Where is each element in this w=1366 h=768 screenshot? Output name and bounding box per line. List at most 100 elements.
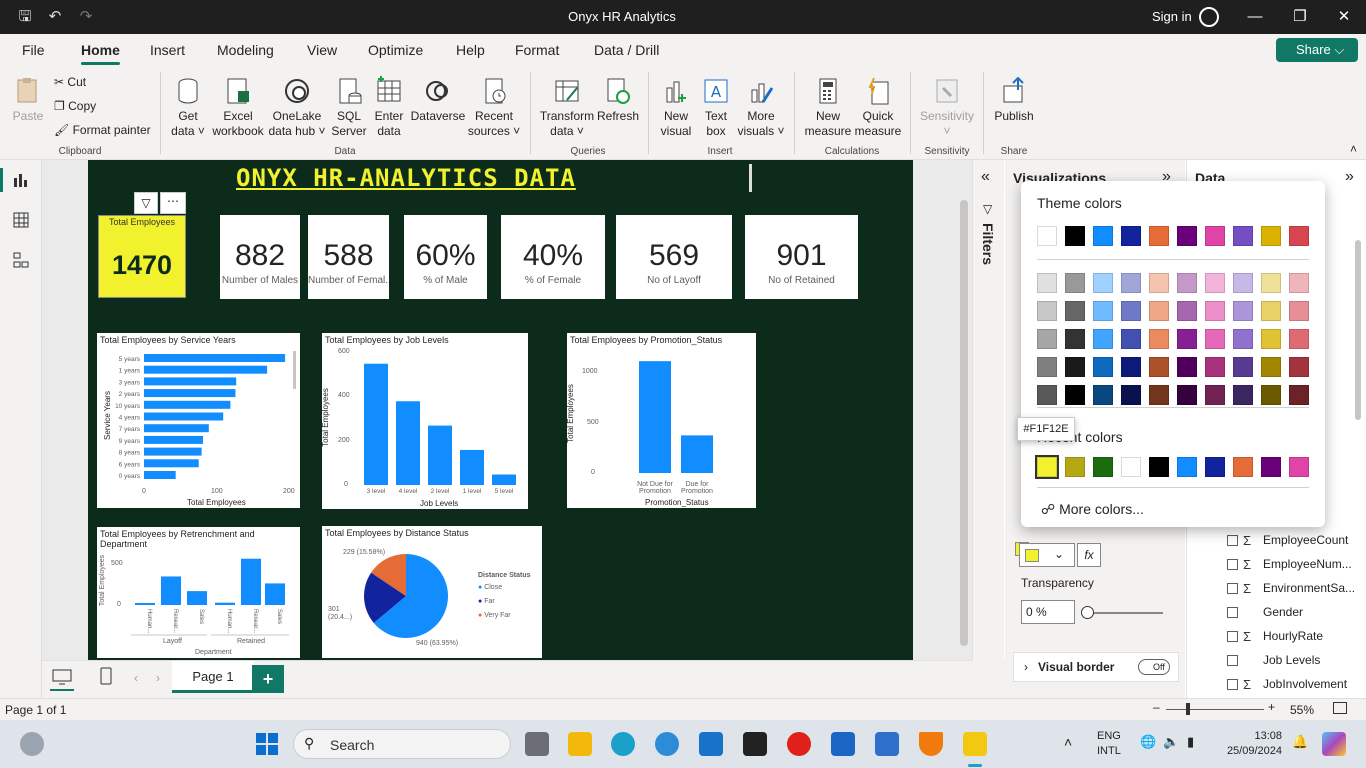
myhp-icon[interactable] (831, 732, 855, 756)
shade-color-swatch[interactable] (1205, 273, 1225, 293)
canvas-scrollbar[interactable] (960, 200, 968, 646)
shade-color-swatch[interactable] (1037, 385, 1057, 405)
shade-color-swatch[interactable] (1177, 301, 1197, 321)
maximize-button[interactable]: ❐ (1288, 6, 1312, 28)
kpi-card-females[interactable]: 588 Number of Femal... (308, 215, 389, 299)
new-visual-button[interactable]: New visual (656, 76, 696, 139)
minimize-button[interactable]: — (1243, 6, 1267, 28)
field-row[interactable]: EmployeeNum... (1263, 557, 1352, 571)
total-employees-card[interactable]: Total Employees 1470 (98, 215, 186, 298)
opera-icon[interactable] (787, 732, 811, 756)
menu-view[interactable]: View (307, 42, 337, 58)
shade-color-swatch[interactable] (1233, 301, 1253, 321)
shade-color-swatch[interactable] (1093, 301, 1113, 321)
field-row[interactable]: EmployeeCount (1263, 533, 1348, 547)
shade-color-swatch[interactable] (1233, 357, 1253, 377)
edge-icon[interactable] (611, 732, 635, 756)
menu-insert[interactable]: Insert (150, 42, 185, 58)
desktop-layout-icon[interactable] (52, 669, 72, 685)
theme-color-swatch[interactable] (1065, 226, 1085, 246)
network-icon[interactable]: 🌐 (1140, 734, 1156, 750)
shade-color-swatch[interactable] (1149, 357, 1169, 377)
chart-job-levels[interactable]: Total Employees by Job Levels 3 level 4 l… (321, 333, 528, 509)
dataverse-button[interactable]: Dataverse (410, 76, 466, 124)
recent-color-swatch[interactable] (1233, 457, 1253, 477)
vlc-icon[interactable] (919, 732, 943, 756)
shade-color-swatch[interactable] (1233, 385, 1253, 405)
menu-help[interactable]: Help (456, 42, 485, 58)
recent-color-swatch[interactable] (1035, 455, 1059, 479)
paste-button[interactable]: Paste (10, 76, 46, 124)
transparency-input[interactable]: 0 % (1021, 600, 1075, 624)
capcut-icon[interactable] (743, 732, 767, 756)
get-data-button[interactable]: Get data ˅ (168, 76, 208, 139)
shade-color-swatch[interactable] (1037, 357, 1057, 377)
recent-color-swatch[interactable] (1065, 457, 1085, 477)
more-colors-button[interactable]: ☍ More colors... (1041, 501, 1144, 518)
shade-color-swatch[interactable] (1261, 301, 1281, 321)
page-tab-1[interactable]: Page 1 (172, 661, 254, 693)
shade-color-swatch[interactable] (1177, 385, 1197, 405)
quick-measure-button[interactable]: Quick measure (854, 76, 902, 139)
shade-color-swatch[interactable] (1093, 385, 1113, 405)
shade-color-swatch[interactable] (1289, 385, 1309, 405)
shade-color-swatch[interactable] (1205, 357, 1225, 377)
shade-color-swatch[interactable] (1233, 273, 1253, 293)
shade-color-swatch[interactable] (1093, 329, 1113, 349)
field-row[interactable]: EnvironmentSa... (1263, 581, 1355, 595)
recent-color-swatch[interactable] (1205, 457, 1225, 477)
copy-button[interactable]: ❐ Copy (54, 99, 96, 113)
shade-color-swatch[interactable] (1037, 329, 1057, 349)
store-icon[interactable] (699, 732, 723, 756)
task-view-icon[interactable] (525, 732, 549, 756)
account-icon[interactable] (1199, 7, 1219, 27)
windows-start-icon[interactable] (255, 732, 279, 756)
chart-promotion-status[interactable]: Total Employees by Promotion_Status Prom… (566, 333, 756, 508)
help-icon[interactable] (655, 732, 679, 756)
field-row[interactable]: HourlyRate (1263, 629, 1323, 643)
recent-color-swatch[interactable] (1149, 457, 1169, 477)
transparency-slider[interactable] (1087, 612, 1163, 614)
field-checkbox[interactable] (1227, 535, 1238, 546)
menu-home[interactable]: Home (81, 42, 120, 65)
shade-color-swatch[interactable] (1177, 273, 1197, 293)
prev-page-icon[interactable]: ‹ (134, 671, 138, 685)
shade-color-swatch[interactable] (1065, 329, 1085, 349)
visual-border-toggle[interactable]: Off (1138, 659, 1170, 675)
excel-workbook-button[interactable]: Excel workbook (210, 76, 266, 139)
shade-color-swatch[interactable] (1149, 329, 1169, 349)
onelake-button[interactable]: OneLake data hub ˅ (268, 76, 326, 139)
shade-color-swatch[interactable] (1149, 301, 1169, 321)
shade-color-swatch[interactable] (1177, 357, 1197, 377)
model-view-icon[interactable] (13, 252, 29, 268)
shade-color-swatch[interactable] (1205, 385, 1225, 405)
fit-to-page-icon[interactable] (1333, 702, 1347, 714)
menu-modeling[interactable]: Modeling (217, 42, 274, 58)
theme-color-swatch[interactable] (1233, 226, 1253, 246)
field-checkbox[interactable] (1227, 655, 1238, 666)
sign-in-link[interactable]: Sign in (1152, 9, 1192, 24)
cut-button[interactable]: ✂ Cut (54, 75, 86, 89)
weather-icon[interactable] (20, 732, 44, 756)
shade-color-swatch[interactable] (1149, 385, 1169, 405)
field-row[interactable]: Job Levels (1263, 653, 1320, 667)
battery-icon[interactable]: ▮ (1187, 734, 1194, 750)
sql-server-button[interactable]: SQL Server (330, 76, 368, 139)
legend-item-very-far[interactable]: ● Very Far (478, 612, 511, 619)
shade-color-swatch[interactable] (1065, 301, 1085, 321)
field-checkbox[interactable] (1227, 679, 1238, 690)
zoom-thumb[interactable] (1186, 703, 1190, 715)
chart-scrollbar[interactable] (293, 351, 296, 389)
shade-color-swatch[interactable] (1177, 329, 1197, 349)
chart-service-years[interactable]: Total Employees by Service Years 5 years… (97, 333, 300, 508)
theme-color-swatch[interactable] (1177, 226, 1197, 246)
field-row[interactable]: Gender (1263, 605, 1303, 619)
color-dropdown[interactable]: ⌄ (1019, 543, 1075, 567)
power-bi-icon[interactable] (963, 732, 987, 756)
shade-color-swatch[interactable] (1121, 385, 1141, 405)
legend-item-far[interactable]: ● Far (478, 598, 495, 605)
legend-item-close[interactable]: ● Close (478, 584, 502, 591)
data-pane-scrollbar[interactable] (1355, 240, 1361, 420)
share-button[interactable]: Share ⌵ (1276, 38, 1358, 62)
enter-data-button[interactable]: Enter data (370, 76, 408, 139)
